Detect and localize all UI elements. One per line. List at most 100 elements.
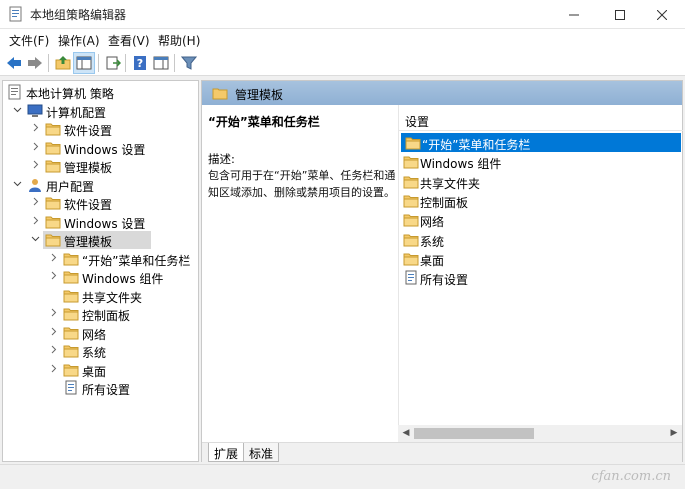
tree-node[interactable]: 本地计算机 策略 xyxy=(3,83,198,101)
horizontal-scrollbar[interactable]: ◀ ▶ xyxy=(398,425,682,442)
tree-node-label: 系统 xyxy=(82,346,107,360)
tab-standard[interactable]: 标准 xyxy=(243,443,280,462)
minimize-button[interactable] xyxy=(551,0,597,29)
menu-file[interactable]: 文件(F) xyxy=(9,32,49,49)
close-icon xyxy=(657,9,667,20)
settings-list-item[interactable]: 所有设置 xyxy=(399,268,683,287)
chevron-right-icon[interactable] xyxy=(49,253,59,265)
settings-list-item[interactable]: 控制面板 xyxy=(399,191,683,210)
folder-icon xyxy=(63,288,79,304)
chevron-right-icon[interactable] xyxy=(31,197,41,209)
tree-node[interactable]: 网络 xyxy=(3,324,198,342)
back-arrow-icon xyxy=(7,57,21,69)
settings-list-item-label: 控制面板 xyxy=(420,195,469,210)
tree-node[interactable]: 用户配置 xyxy=(3,176,198,194)
settings-list-item[interactable]: 桌面 xyxy=(399,249,683,268)
folder-icon xyxy=(403,174,419,189)
details-header-title: 管理模板 xyxy=(235,88,284,102)
chevron-right-icon[interactable] xyxy=(31,123,41,135)
show-hide-tree-button[interactable] xyxy=(73,52,95,74)
chevron-right-icon[interactable] xyxy=(49,364,59,376)
settings-list-icon xyxy=(63,380,79,396)
settings-list-item[interactable]: 网络 xyxy=(399,210,683,229)
close-button[interactable] xyxy=(639,0,685,29)
folder-icon xyxy=(45,140,61,156)
tree-node[interactable]: Windows 设置 xyxy=(3,213,198,231)
folder-icon xyxy=(63,362,79,378)
policy-editor-app-icon xyxy=(9,6,22,22)
folder-icon xyxy=(403,251,419,266)
tree-node[interactable]: “开始”菜单和任务栏 xyxy=(3,250,198,268)
tree-node-label: 管理模板 xyxy=(64,161,113,175)
export-list-button[interactable] xyxy=(102,52,124,74)
chevron-right-icon[interactable] xyxy=(49,327,59,339)
back-button[interactable] xyxy=(3,52,25,74)
tree-node-label: “开始”菜单和任务栏 xyxy=(82,253,191,268)
tree-node[interactable]: 桌面 xyxy=(3,361,198,379)
watermark: cfan.com.cn xyxy=(591,469,671,484)
chevron-down-icon[interactable] xyxy=(31,234,41,246)
settings-list-item[interactable]: 系统 xyxy=(399,230,683,249)
folder-icon xyxy=(403,212,419,227)
chevron-right-icon[interactable] xyxy=(49,345,59,357)
tree-node-label: Windows 设置 xyxy=(64,216,146,231)
filter-button[interactable] xyxy=(178,52,200,74)
tree-node[interactable]: Windows 设置 xyxy=(3,139,198,157)
menu-action[interactable]: 操作(A) xyxy=(58,32,100,49)
console-button[interactable] xyxy=(150,52,172,74)
settings-list: 设置 “开始”菜单和任务栏 Windows 组件 共享文件夹控制面板 网络 系统 桌面 所有… xyxy=(398,105,683,441)
tree-node[interactable]: Windows 组件 xyxy=(3,268,198,286)
folder-icon xyxy=(405,135,421,150)
tree-node[interactable]: 软件设置 xyxy=(3,194,198,212)
tree-node[interactable]: 所有设置 xyxy=(3,379,198,397)
settings-list-item[interactable]: “开始”菜单和任务栏 xyxy=(401,133,681,152)
up-folder-icon xyxy=(55,56,71,70)
tree-node-label: 用户配置 xyxy=(46,179,95,194)
menu-view[interactable]: 查看(V) xyxy=(108,32,150,49)
user-icon xyxy=(27,177,43,193)
folder-icon xyxy=(403,154,419,169)
folder-icon xyxy=(63,306,79,322)
up-one-level-button[interactable] xyxy=(52,52,74,74)
chevron-right-icon[interactable] xyxy=(49,308,59,320)
navigation-tree: 本地计算机 策略 计算机配置 软件设置 Windows 设置 管理模板 用户配置 软件设置 W… xyxy=(2,80,199,462)
chevron-right-icon[interactable] xyxy=(31,160,41,172)
chevron-right-icon[interactable] xyxy=(49,271,59,283)
tree-node-label: Windows 设置 xyxy=(64,142,146,157)
chevron-right-icon[interactable] xyxy=(31,216,41,228)
tree-node[interactable]: 管理模板 xyxy=(3,231,198,249)
forward-button[interactable] xyxy=(24,52,46,74)
tree-node[interactable]: 系统 xyxy=(3,342,198,360)
tree-node[interactable]: 管理模板 xyxy=(3,157,198,175)
tab-extended[interactable]: 扩展 xyxy=(208,443,245,462)
settings-list-item[interactable]: Windows 组件 xyxy=(399,152,683,171)
tree-node[interactable]: 控制面板 xyxy=(3,305,198,323)
scroll-thumb[interactable] xyxy=(414,428,534,439)
folder-icon xyxy=(45,121,61,137)
description-title: “开始”菜单和任务栏 xyxy=(208,115,320,129)
folder-icon xyxy=(45,214,61,230)
chevron-right-icon[interactable] xyxy=(31,142,41,154)
chevron-down-icon[interactable] xyxy=(13,179,23,191)
settings-list-item-label: Windows 组件 xyxy=(420,157,502,172)
details-pane: 管理模板 “开始”菜单和任务栏 描述: 包含可用于在“开始”菜单、任务栏和通知区… xyxy=(201,80,683,462)
settings-column-header[interactable]: 设置 xyxy=(399,105,683,131)
folder-icon xyxy=(63,343,79,359)
tree-node[interactable]: 软件设置 xyxy=(3,120,198,138)
folder-icon xyxy=(63,325,79,341)
tree-node[interactable]: 计算机配置 xyxy=(3,102,198,120)
folder-icon xyxy=(45,158,61,174)
maximize-icon xyxy=(615,9,625,20)
settings-list-item[interactable]: 共享文件夹 xyxy=(399,172,683,191)
scroll-left-icon[interactable]: ◀ xyxy=(400,427,412,440)
help-button[interactable]: ? xyxy=(129,52,151,74)
chevron-down-icon[interactable] xyxy=(13,105,23,117)
menu-bar: 文件(F) 操作(A) 查看(V) 帮助(H) xyxy=(0,29,685,50)
maximize-button[interactable] xyxy=(597,0,643,29)
console-icon xyxy=(153,56,169,70)
scroll-right-icon[interactable]: ▶ xyxy=(668,427,680,440)
menu-help[interactable]: 帮助(H) xyxy=(158,32,200,49)
details-header: 管理模板 xyxy=(202,81,682,105)
tree-node[interactable]: 共享文件夹 xyxy=(3,287,198,305)
tree-node-label: 桌面 xyxy=(82,364,107,379)
